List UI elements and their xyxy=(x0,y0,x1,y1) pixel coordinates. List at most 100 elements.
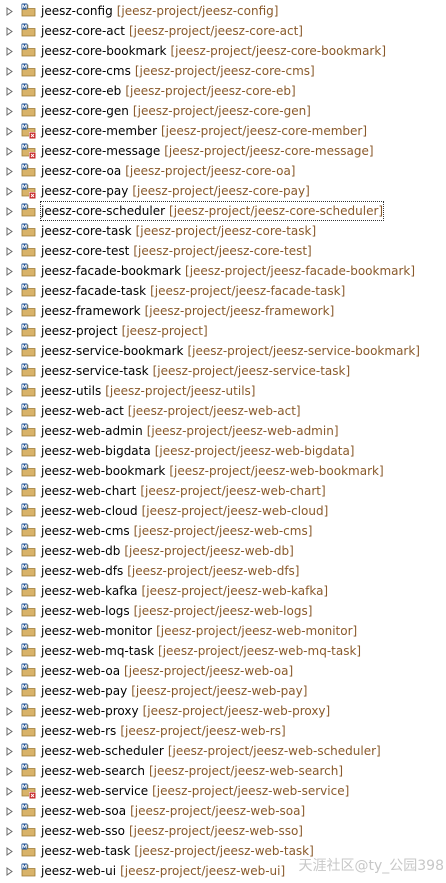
tree-row-label[interactable]: jeesz-web-kafka [jeesz-project/jeesz-web-… xyxy=(40,581,329,601)
tree-row-label[interactable]: jeesz-web-act [jeesz-project/jeesz-web-ac… xyxy=(40,401,302,421)
expand-twisty-icon[interactable] xyxy=(4,401,15,421)
tree-row-jeesz-core-pay[interactable]: Mjeesz-core-pay [jeesz-project/jeesz-core… xyxy=(0,181,446,201)
expand-twisty-icon[interactable] xyxy=(4,781,15,801)
tree-row-label[interactable]: jeesz-core-test [jeesz-project/jeesz-core… xyxy=(40,241,313,261)
tree-row-label[interactable]: jeesz-core-eb [jeesz-project/jeesz-core-e… xyxy=(40,81,297,101)
expand-twisty-icon[interactable] xyxy=(4,201,15,221)
tree-row-label[interactable]: jeesz-web-mq-task [jeesz-project/jeesz-we… xyxy=(40,641,362,661)
tree-row-label[interactable]: jeesz-facade-task [jeesz-project/jeesz-fa… xyxy=(40,281,346,301)
tree-row-jeesz-framework[interactable]: Mjeesz-framework [jeesz-project/jeesz-fra… xyxy=(0,301,446,321)
tree-row-jeesz-core-oa[interactable]: Mjeesz-core-oa [jeesz-project/jeesz-core-… xyxy=(0,161,446,181)
tree-row-label[interactable]: jeesz-core-message [jeesz-project/jeesz-c… xyxy=(40,141,375,161)
tree-row-label[interactable]: jeesz-config [jeesz-project/jeesz-config] xyxy=(40,1,279,21)
expand-twisty-icon[interactable] xyxy=(4,501,15,521)
expand-twisty-icon[interactable] xyxy=(4,421,15,441)
tree-row-jeesz-core-bookmark[interactable]: Mjeesz-core-bookmark [jeesz-project/jeesz… xyxy=(0,41,446,61)
expand-twisty-icon[interactable] xyxy=(4,841,15,861)
tree-row-label[interactable]: jeesz-core-oa [jeesz-project/jeesz-core-o… xyxy=(40,161,297,181)
tree-row-label[interactable]: jeesz-web-monitor [jeesz-project/jeesz-we… xyxy=(40,621,358,641)
tree-row-label[interactable]: jeesz-web-sso [jeesz-project/jeesz-web-ss… xyxy=(40,821,304,841)
expand-twisty-icon[interactable] xyxy=(4,821,15,841)
tree-row-jeesz-web-service[interactable]: Mjeesz-web-service [jeesz-project/jeesz-w… xyxy=(0,781,446,801)
tree-row-label[interactable]: jeesz-core-act [jeesz-project/jeesz-core-… xyxy=(40,21,304,41)
tree-row-jeesz-service-bookmark[interactable]: Mjeesz-service-bookmark [jeesz-project/je… xyxy=(0,341,446,361)
expand-twisty-icon[interactable] xyxy=(4,261,15,281)
tree-row-label[interactable]: jeesz-web-soa [jeesz-project/jeesz-web-so… xyxy=(40,801,306,821)
tree-row-jeesz-core-act[interactable]: Mjeesz-core-act [jeesz-project/jeesz-core… xyxy=(0,21,446,41)
tree-row-label[interactable]: jeesz-web-admin [jeesz-project/jeesz-web-… xyxy=(40,421,340,441)
tree-row-label[interactable]: jeesz-web-logs [jeesz-project/jeesz-web-l… xyxy=(40,601,313,621)
tree-row-label[interactable]: jeesz-core-member [jeesz-project/jeesz-co… xyxy=(40,121,368,141)
expand-twisty-icon[interactable] xyxy=(4,441,15,461)
expand-twisty-icon[interactable] xyxy=(4,381,15,401)
tree-row-jeesz-web-soa[interactable]: Mjeesz-web-soa [jeesz-project/jeesz-web-s… xyxy=(0,801,446,821)
expand-twisty-icon[interactable] xyxy=(4,141,15,161)
tree-row-jeesz-core-gen[interactable]: Mjeesz-core-gen [jeesz-project/jeesz-core… xyxy=(0,101,446,121)
expand-twisty-icon[interactable] xyxy=(4,701,15,721)
tree-row-jeesz-web-proxy[interactable]: Mjeesz-web-proxy [jeesz-project/jeesz-web… xyxy=(0,701,446,721)
expand-twisty-icon[interactable] xyxy=(4,181,15,201)
expand-twisty-icon[interactable] xyxy=(4,321,15,341)
tree-row-label[interactable]: jeesz-core-pay [jeesz-project/jeesz-core-… xyxy=(40,181,311,201)
tree-row-jeesz-core-cms[interactable]: Mjeesz-core-cms [jeesz-project/jeesz-core… xyxy=(0,61,446,81)
tree-row-label[interactable]: jeesz-web-pay [jeesz-project/jeesz-web-pa… xyxy=(40,681,308,701)
tree-row-label[interactable]: jeesz-web-scheduler [jeesz-project/jeesz-… xyxy=(40,741,382,761)
tree-row-label[interactable]: jeesz-web-ui [jeesz-project/jeesz-web-ui] xyxy=(40,861,286,881)
tree-row-jeesz-facade-bookmark[interactable]: Mjeesz-facade-bookmark [jeesz-project/jee… xyxy=(0,261,446,281)
expand-twisty-icon[interactable] xyxy=(4,601,15,621)
expand-twisty-icon[interactable] xyxy=(4,161,15,181)
tree-row-label[interactable]: jeesz-web-cms [jeesz-project/jeesz-web-cm… xyxy=(40,521,313,541)
tree-row-jeesz-web-rs[interactable]: Mjeesz-web-rs [jeesz-project/jeesz-web-rs… xyxy=(0,721,446,741)
expand-twisty-icon[interactable] xyxy=(4,361,15,381)
tree-row-label[interactable]: jeesz-web-cloud [jeesz-project/jeesz-web-… xyxy=(40,501,329,521)
tree-row-jeesz-web-cms[interactable]: Mjeesz-web-cms [jeesz-project/jeesz-web-c… xyxy=(0,521,446,541)
tree-row-label[interactable]: jeesz-web-oa [jeesz-project/jeesz-web-oa] xyxy=(40,661,294,681)
tree-row-jeesz-core-eb[interactable]: Mjeesz-core-eb [jeesz-project/jeesz-core-… xyxy=(0,81,446,101)
expand-twisty-icon[interactable] xyxy=(4,541,15,561)
expand-twisty-icon[interactable] xyxy=(4,21,15,41)
tree-row-label[interactable]: jeesz-service-bookmark [jeesz-project/jee… xyxy=(40,341,421,361)
expand-twisty-icon[interactable] xyxy=(4,801,15,821)
tree-row-label[interactable]: jeesz-web-task [jeesz-project/jeesz-web-t… xyxy=(40,841,315,861)
tree-row-jeesz-web-dfs[interactable]: Mjeesz-web-dfs [jeesz-project/jeesz-web-d… xyxy=(0,561,446,581)
expand-twisty-icon[interactable] xyxy=(4,1,15,21)
tree-row-label[interactable]: jeesz-core-task [jeesz-project/jeesz-core… xyxy=(40,221,317,241)
tree-row-label[interactable]: jeesz-core-cms [jeesz-project/jeesz-core-… xyxy=(40,61,316,81)
tree-row-jeesz-core-message[interactable]: Mjeesz-core-message [jeesz-project/jeesz-… xyxy=(0,141,446,161)
tree-row-jeesz-core-test[interactable]: Mjeesz-core-test [jeesz-project/jeesz-cor… xyxy=(0,241,446,261)
tree-row-label[interactable]: jeesz-web-bigdata [jeesz-project/jeesz-we… xyxy=(40,441,356,461)
expand-twisty-icon[interactable] xyxy=(4,641,15,661)
tree-row-label[interactable]: jeesz-web-rs [jeesz-project/jeesz-web-rs] xyxy=(40,721,287,741)
tree-row-jeesz-web-scheduler[interactable]: Mjeesz-web-scheduler [jeesz-project/jeesz… xyxy=(0,741,446,761)
expand-twisty-icon[interactable] xyxy=(4,861,15,881)
tree-row-jeesz-web-cloud[interactable]: Mjeesz-web-cloud [jeesz-project/jeesz-web… xyxy=(0,501,446,521)
expand-twisty-icon[interactable] xyxy=(4,761,15,781)
tree-row-label[interactable]: jeesz-framework [jeesz-project/jeesz-fram… xyxy=(40,301,335,321)
tree-row-jeesz-web-admin[interactable]: Mjeesz-web-admin [jeesz-project/jeesz-web… xyxy=(0,421,446,441)
tree-row-label[interactable]: jeesz-core-gen [jeesz-project/jeesz-core-… xyxy=(40,101,312,121)
tree-row-label[interactable]: jeesz-facade-bookmark [jeesz-project/jees… xyxy=(40,261,416,281)
expand-twisty-icon[interactable] xyxy=(4,721,15,741)
tree-row-label[interactable]: jeesz-web-proxy [jeesz-project/jeesz-web-… xyxy=(40,701,331,721)
tree-row-label[interactable]: jeesz-web-search [jeesz-project/jeesz-web… xyxy=(40,761,344,781)
tree-row-label[interactable]: jeesz-utils [jeesz-project/jeesz-utils] xyxy=(40,381,256,401)
expand-twisty-icon[interactable] xyxy=(4,561,15,581)
tree-row-jeesz-utils[interactable]: Mjeesz-utils [jeesz-project/jeesz-utils] xyxy=(0,381,446,401)
tree-row-jeesz-web-bookmark[interactable]: Mjeesz-web-bookmark [jeesz-project/jeesz-… xyxy=(0,461,446,481)
tree-row-jeesz-service-task[interactable]: Mjeesz-service-task [jeesz-project/jeesz-… xyxy=(0,361,446,381)
tree-row-jeesz-web-act[interactable]: Mjeesz-web-act [jeesz-project/jeesz-web-a… xyxy=(0,401,446,421)
expand-twisty-icon[interactable] xyxy=(4,61,15,81)
tree-row-label[interactable]: jeesz-web-service [jeesz-project/jeesz-we… xyxy=(40,781,350,801)
expand-twisty-icon[interactable] xyxy=(4,341,15,361)
tree-row-jeesz-config[interactable]: Mjeesz-config [jeesz-project/jeesz-config… xyxy=(0,1,446,21)
expand-twisty-icon[interactable] xyxy=(4,121,15,141)
tree-row-jeesz-web-logs[interactable]: Mjeesz-web-logs [jeesz-project/jeesz-web-… xyxy=(0,601,446,621)
expand-twisty-icon[interactable] xyxy=(4,681,15,701)
expand-twisty-icon[interactable] xyxy=(4,661,15,681)
tree-row-jeesz-web-pay[interactable]: Mjeesz-web-pay [jeesz-project/jeesz-web-p… xyxy=(0,681,446,701)
tree-row-label[interactable]: jeesz-project [jeesz-project] xyxy=(40,321,209,341)
expand-twisty-icon[interactable] xyxy=(4,581,15,601)
expand-twisty-icon[interactable] xyxy=(4,81,15,101)
expand-twisty-icon[interactable] xyxy=(4,101,15,121)
tree-row-label[interactable]: jeesz-web-bookmark [jeesz-project/jeesz-w… xyxy=(40,461,385,481)
